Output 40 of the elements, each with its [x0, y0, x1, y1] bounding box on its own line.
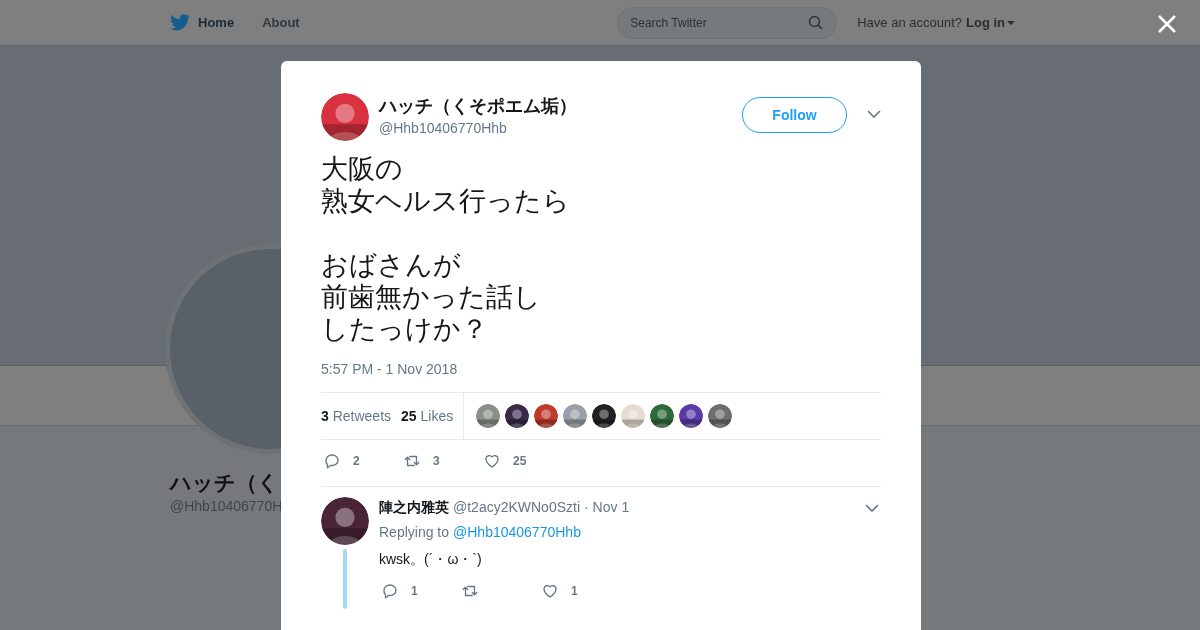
nav-link[interactable]: Home	[170, 12, 235, 33]
speech-bubble-icon[interactable]	[381, 582, 399, 600]
action-count: 3	[433, 453, 440, 470]
heart-icon[interactable]	[483, 452, 501, 470]
reply-author-handle[interactable]: @t2acy2KWNo0Szti	[453, 497, 581, 518]
action-count: 1	[571, 583, 578, 600]
tweet-text-line: 熟女ヘルス行ったら	[321, 185, 570, 217]
replying-label: Replying to	[379, 523, 450, 542]
tweet-text-line: おばさんが	[321, 249, 461, 281]
mention-link[interactable]: @Hhb10406770Hhb	[453, 522, 581, 543]
reply-author-name[interactable]: 陣之内雅英	[379, 497, 449, 518]
caret-icon	[1007, 20, 1015, 25]
author-name[interactable]: ハッチ（くそポエム垢）	[379, 94, 577, 118]
close-button[interactable]	[1156, 13, 1178, 35]
action-count: 2	[353, 453, 360, 470]
profile-handle: @Hhb10406770H	[170, 497, 283, 517]
tweet-text-line: したっけか？	[321, 313, 488, 345]
stat-link[interactable]: 25 Likes	[401, 405, 454, 427]
action-count: 1	[411, 583, 418, 600]
search-icon[interactable]	[807, 14, 825, 31]
author-handle[interactable]: @Hhb10406770Hhb	[379, 118, 577, 139]
nav-link[interactable]: About	[262, 12, 300, 33]
close-icon	[1156, 13, 1178, 35]
chevron-down-icon[interactable]	[867, 110, 881, 118]
search-field[interactable]: Search Twitter	[617, 6, 838, 39]
action-count: 25	[513, 453, 527, 470]
reply-date[interactable]: · Nov 1	[584, 497, 630, 518]
stat-link[interactable]: 3 Retweets	[321, 405, 392, 427]
tweet-timestamp[interactable]: 5:57 PM - 1 Nov 2018	[321, 359, 881, 380]
tweet-text-line: 前歯無かった話し	[321, 281, 541, 313]
speech-bubble-icon[interactable]	[323, 452, 341, 470]
chevron-down-icon[interactable]	[865, 503, 879, 512]
account-prompt: Have an account?	[857, 13, 962, 32]
profile-name: ハッチ（く	[170, 470, 279, 496]
tweet-text-line: 大阪の	[321, 153, 403, 185]
heart-icon[interactable]	[541, 582, 559, 600]
login-link[interactable]: Log in	[966, 12, 1015, 33]
bird-logo-icon	[170, 14, 190, 31]
search-input[interactable]: Search Twitter	[630, 13, 808, 32]
reply-text: kwsk。(´・ω・`)	[379, 550, 483, 569]
